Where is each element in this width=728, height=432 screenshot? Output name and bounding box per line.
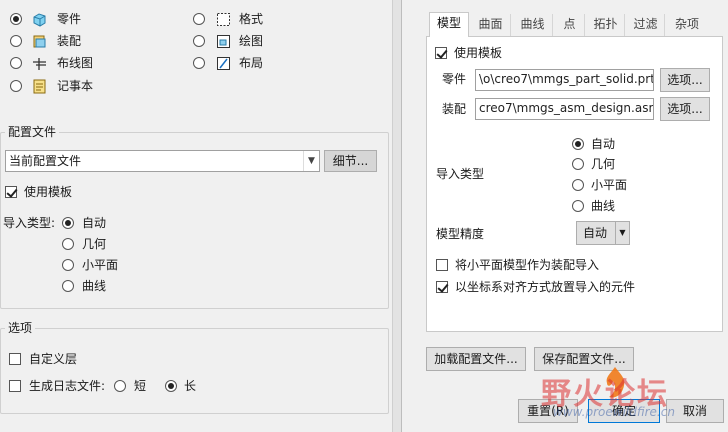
tab-point[interactable]: 点 (555, 14, 585, 36)
left-panel: 零件 装配 布线图 记事本 格式 绘图 布局 配置文件 当前配置文件 ▼ 细节.… (0, 0, 392, 432)
type-label-layout: 布局 (239, 56, 264, 70)
notebook-icon (33, 79, 46, 94)
part-icon (33, 13, 46, 27)
type-label-harness: 布线图 (57, 56, 94, 70)
precision-label: 模型精度 (436, 227, 485, 241)
tab-curve[interactable]: 曲线 (513, 14, 553, 36)
type-radio-format[interactable] (193, 13, 205, 25)
import-type-label: 导入类型: (3, 216, 56, 230)
drawing-icon (217, 35, 230, 48)
config-group-title: 配置文件 (5, 125, 60, 139)
options-group-title: 选项 (5, 321, 36, 335)
import-label-auto: 自动 (82, 216, 107, 230)
log-file-checkbox[interactable] (9, 380, 21, 392)
model-use-template-checkbox[interactable] (435, 47, 447, 59)
align-csys-label: 以坐标系对齐方式放置导入的元件 (455, 280, 636, 294)
log-label-long: 长 (184, 379, 197, 393)
assembly-icon (33, 35, 46, 48)
model-import-type-label: 导入类型 (436, 167, 485, 181)
part-template-label: 零件 (442, 72, 467, 86)
type-label-part: 零件 (57, 12, 82, 26)
tab-misc[interactable]: 杂项 (667, 14, 707, 36)
options-group (0, 328, 389, 414)
type-radio-harness[interactable] (10, 57, 22, 69)
tab-topology[interactable]: 拓扑 (587, 14, 625, 36)
import-radio-curve[interactable] (62, 280, 74, 292)
asm-options-button[interactable]: 选项... (660, 97, 710, 121)
format-icon (217, 13, 230, 26)
model-import-label-auto: 自动 (591, 137, 616, 151)
precision-value: 自动 (583, 226, 608, 240)
right-panel: 模型 曲面 曲线 点 拓扑 过滤 杂项 使用模板 零件 \o\creo7\mmg… (403, 0, 728, 432)
model-import-radio-curve[interactable] (572, 200, 584, 212)
use-template-checkbox[interactable] (5, 186, 17, 198)
part-options-button[interactable]: 选项... (660, 68, 710, 92)
type-label-drawing: 绘图 (239, 34, 264, 48)
chevron-down-icon: ▼ (303, 151, 319, 171)
config-details-button[interactable]: 细节... (324, 150, 377, 172)
facet-as-asm-checkbox[interactable] (436, 259, 448, 271)
model-import-label-geometry: 几何 (591, 157, 616, 171)
type-radio-drawing[interactable] (193, 35, 205, 47)
type-radio-notebook[interactable] (10, 80, 22, 92)
config-dropdown[interactable]: 当前配置文件 ▼ (5, 150, 320, 172)
tab-model[interactable]: 模型 (429, 12, 469, 37)
chevron-down-icon: ▼ (615, 222, 629, 244)
log-label-short: 短 (134, 379, 147, 393)
custom-layer-label: 自定义层 (29, 352, 78, 366)
watermark-url: www.proewildfire.cn (553, 405, 675, 419)
model-import-label-facet: 小平面 (591, 178, 628, 192)
type-label-format: 格式 (239, 12, 264, 26)
type-radio-part[interactable] (10, 13, 22, 25)
load-config-button[interactable]: 加载配置文件... (426, 347, 526, 371)
tab-filter[interactable]: 过滤 (627, 14, 665, 36)
watermark-logo: 野火论坛 (541, 365, 721, 412)
panel-divider (392, 0, 402, 432)
facet-as-asm-label: 将小平面模型作为装配导入 (455, 258, 600, 272)
tab-surface[interactable]: 曲面 (471, 14, 511, 36)
log-radio-long[interactable] (165, 380, 177, 392)
model-import-radio-facet[interactable] (572, 179, 584, 191)
part-template-field[interactable]: \o\creo7\mmgs_part_solid.prt (475, 69, 654, 91)
type-radio-assembly[interactable] (10, 35, 22, 47)
log-radio-short[interactable] (114, 380, 126, 392)
import-label-facet: 小平面 (82, 258, 119, 272)
type-radio-layout[interactable] (193, 57, 205, 69)
model-use-template-label: 使用模板 (454, 46, 503, 60)
import-label-curve: 曲线 (82, 279, 107, 293)
asm-template-field[interactable]: creo7\mmgs_asm_design.asm (475, 98, 654, 120)
harness-icon (33, 58, 46, 70)
model-import-label-curve: 曲线 (591, 199, 616, 213)
asm-template-label: 装配 (442, 102, 467, 116)
precision-dropdown[interactable]: 自动 ▼ (576, 221, 630, 245)
custom-layer-checkbox[interactable] (9, 353, 21, 365)
import-radio-facet[interactable] (62, 259, 74, 271)
model-import-radio-geometry[interactable] (572, 158, 584, 170)
import-radio-geometry[interactable] (62, 238, 74, 250)
align-csys-checkbox[interactable] (436, 281, 448, 293)
use-template-label: 使用模板 (24, 185, 73, 199)
type-label-notebook: 记事本 (57, 79, 94, 93)
import-label-geometry: 几何 (82, 237, 107, 251)
config-dropdown-value: 当前配置文件 (9, 154, 82, 168)
layout-icon (217, 57, 230, 70)
type-label-assembly: 装配 (57, 34, 82, 48)
log-file-label: 生成日志文件: (29, 379, 106, 393)
import-radio-auto[interactable] (62, 217, 74, 229)
model-import-radio-auto[interactable] (572, 138, 584, 150)
